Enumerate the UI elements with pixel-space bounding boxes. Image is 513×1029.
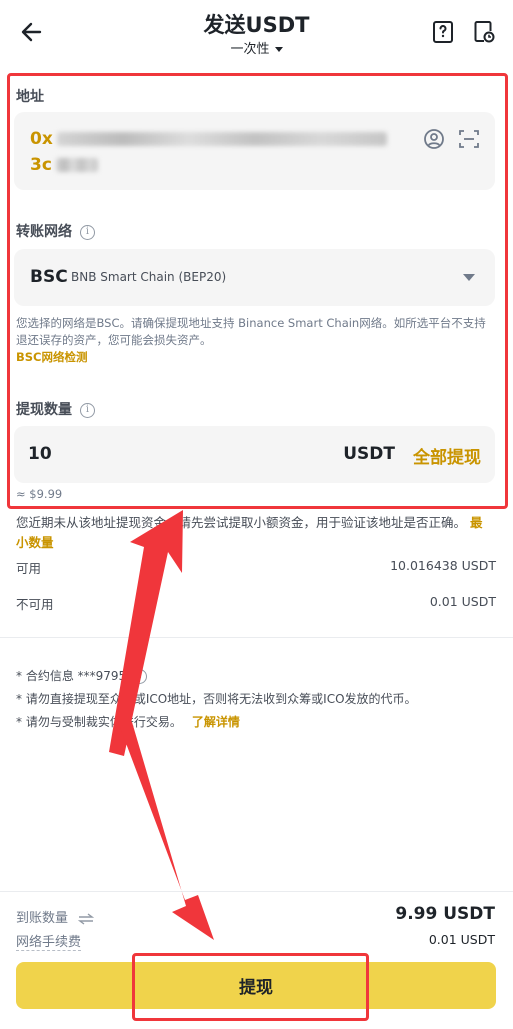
withdraw-type-label: 一次性 — [230, 42, 270, 57]
annotation-box-button — [132, 953, 369, 1021]
footer-divider — [0, 891, 513, 892]
receive-label-row: 到账数量 — [16, 907, 95, 926]
arrow-down-shape — [118, 722, 214, 940]
question-book-icon[interactable] — [431, 20, 455, 44]
header: 发送USDT 一次性 — [0, 0, 513, 70]
contract-info-text: * 合约信息 ***9795 — [16, 669, 127, 683]
sanction-tip-text: * 请勿与受制裁实体进行交易。 — [16, 715, 182, 729]
receive-value: 9.99 USDT — [395, 904, 495, 924]
fee-value: 0.01 USDT — [428, 932, 495, 947]
swap-icon[interactable] — [78, 912, 95, 925]
unavailable-label: 不可用 — [16, 597, 54, 612]
divider — [0, 637, 513, 638]
unavailable-row: 不可用 0.01 USDT — [16, 594, 496, 613]
document-clock-icon[interactable] — [472, 20, 496, 44]
available-label: 可用 — [16, 561, 42, 576]
learn-more-link[interactable]: 了解详情 — [192, 715, 240, 729]
info-icon[interactable]: i — [132, 669, 148, 684]
amount-warning: 您近期未从该地址提现资金。请先尝试提取小额资金，用于验证该地址是否正确。 最小数量 — [16, 513, 486, 553]
unavailable-value: 0.01 USDT — [429, 594, 496, 609]
ico-tip: * 请勿直接提现至众筹或ICO地址，否则将无法收到众筹或ICO发放的代币。 — [16, 692, 417, 706]
contract-info: * 合约信息 ***9795 i — [16, 667, 148, 684]
fee-label: 网络手续费 — [16, 931, 82, 951]
available-value: 10.016438 USDT — [390, 558, 496, 573]
annotation-box-form — [7, 73, 508, 509]
caret-down-icon — [274, 47, 283, 52]
available-row: 可用 10.016438 USDT — [16, 558, 496, 577]
sanction-tip: * 请勿与受制裁实体进行交易。 了解详情 — [16, 713, 240, 730]
receive-label: 到账数量 — [16, 911, 69, 926]
amount-warning-text: 您近期未从该地址提现资金。请先尝试提取小额资金，用于验证该地址是否正确。 — [16, 515, 467, 530]
